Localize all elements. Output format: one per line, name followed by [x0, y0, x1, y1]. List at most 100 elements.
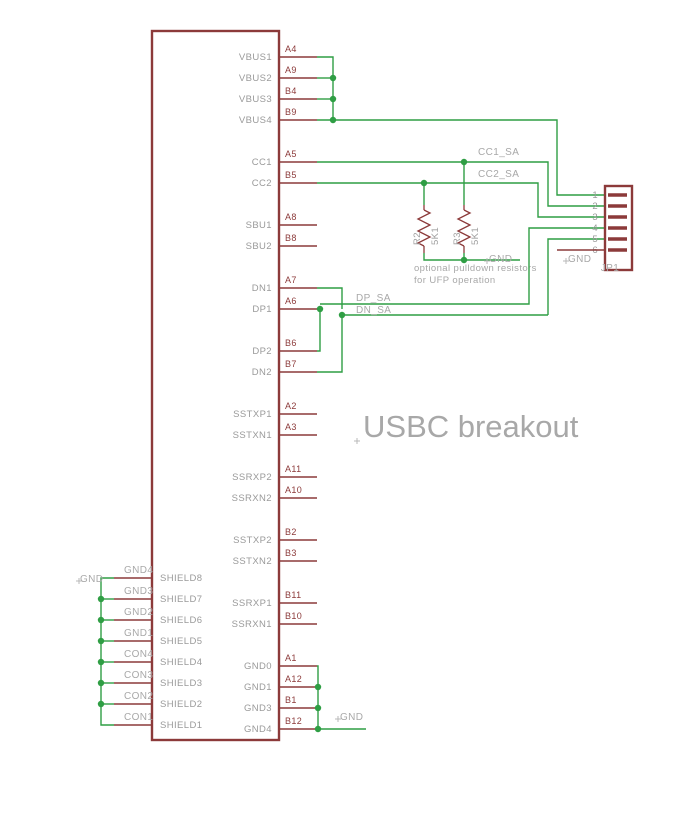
pin-name-ssrxn1: SSRXN1 [232, 619, 272, 630]
pin-name-ssrxp1: SSRXP1 [232, 598, 272, 609]
pin-number-a9: A9 [285, 65, 297, 75]
pin-number-b8: B8 [285, 233, 297, 243]
pin-name-shield1: SHIELD1 [160, 720, 202, 731]
net-label-con4: CON4 [124, 649, 153, 660]
pin-name-sstxp2: SSTXP2 [233, 535, 272, 546]
wire-junction [97, 595, 105, 603]
pin-number-a8: A8 [285, 212, 297, 222]
pin-number-b1: B1 [285, 695, 297, 705]
pin-number-b12: B12 [285, 716, 302, 726]
wire-junction [97, 679, 105, 687]
resistor-r3-value: 5K1 [470, 227, 481, 245]
pin-name-ssrxp2: SSRXP2 [232, 472, 272, 483]
wire-junction [329, 74, 337, 82]
wire-junction [97, 700, 105, 708]
pin-name-shield4: SHIELD4 [160, 657, 202, 668]
net-label-dp-sa: DP_SA [356, 293, 391, 304]
wire-junction [97, 616, 105, 624]
pin-name-sstxp1: SSTXP1 [233, 409, 272, 420]
pin-name-shield7: SHIELD7 [160, 594, 202, 605]
pin-name-shield2: SHIELD2 [160, 699, 202, 710]
pin-number-b5: B5 [285, 170, 297, 180]
net-label-gnd2: GND2 [124, 607, 153, 618]
pin-name-shield5: SHIELD5 [160, 636, 202, 647]
pin-number-b7: B7 [285, 359, 297, 369]
header-jp1[interactable]: 1 2 3 4 5 6 JP1 [592, 184, 634, 274]
net-label-cc1-sa: CC1_SA [478, 147, 519, 158]
pin-number-b10: B10 [285, 611, 302, 621]
page-title: USBC breakout [363, 409, 579, 444]
pin-name-vbus4: VBUS4 [239, 115, 272, 126]
wire-junction [460, 158, 468, 166]
wire-junction [97, 658, 105, 666]
wire-junction [420, 179, 428, 187]
pin-number-b2: B2 [285, 527, 297, 537]
pin-name-sbu1: SBU1 [246, 220, 272, 231]
net-label-con1: CON1 [124, 712, 153, 723]
pin-name-shield3: SHIELD3 [160, 678, 202, 689]
net-label-gnd3: GND3 [124, 586, 153, 597]
schematic-sheet: VBUS1 VBUS2 VBUS3 VBUS4 CC1 CC2 SBU1 SBU… [0, 0, 692, 820]
resistor-r3-ref: R3 [452, 232, 463, 245]
pin-number-a12: A12 [285, 674, 302, 684]
wire-junction [97, 637, 105, 645]
pin-name-ssrxn2: SSRXN2 [232, 493, 272, 504]
pin-name-gnd1: GND1 [244, 682, 272, 693]
resistor-r2-ref: R2 [412, 232, 423, 245]
pin-number-a3: A3 [285, 422, 297, 432]
pin-name-cc2: CC2 [252, 178, 272, 189]
pin-name-sstxn2: SSTXN2 [233, 556, 272, 567]
jp1-pin-number-1: 1 [592, 190, 598, 201]
note-line-2: for UFP operation [414, 275, 496, 286]
pin-number-a1: A1 [285, 653, 297, 663]
pin-name-vbus1: VBUS1 [239, 52, 272, 63]
pin-number-b6: B6 [285, 338, 297, 348]
jp1-pin-number-5: 5 [592, 234, 598, 245]
pin-name-gnd4: GND4 [244, 724, 272, 735]
wire-junction [329, 116, 337, 124]
net-label-gnd1: GND1 [124, 628, 153, 639]
schematic-canvas[interactable]: VBUS1 VBUS2 VBUS3 VBUS4 CC1 CC2 SBU1 SBU… [0, 0, 692, 820]
pin-number-b3: B3 [285, 548, 297, 558]
usbc-connector-body[interactable] [150, 29, 281, 742]
pin-name-sstxn1: SSTXN1 [233, 430, 272, 441]
net-label-con2: CON2 [124, 691, 153, 702]
wire-junction [329, 95, 337, 103]
pin-name-gnd3: GND3 [244, 703, 272, 714]
pin-number-a6: A6 [285, 296, 297, 306]
pin-number-a2: A2 [285, 401, 297, 411]
pin-name-sbu2: SBU2 [246, 241, 272, 252]
note-line-1: optional pulldown resistors [414, 263, 537, 274]
pin-name-dp2: DP2 [252, 346, 272, 357]
pin-number-a5: A5 [285, 149, 297, 159]
pin-name-dn2: DN2 [252, 367, 272, 378]
pin-name-shield6: SHIELD6 [160, 615, 202, 626]
gnd-label-shield: GND [80, 574, 103, 585]
pin-number-a10: A10 [285, 485, 302, 495]
net-label-cc2-sa: CC2_SA [478, 169, 519, 180]
jp1-pin-number-3: 3 [592, 212, 598, 223]
resistor-r3[interactable]: R3 5K1 [452, 205, 481, 253]
net-label-con3: CON3 [124, 670, 153, 681]
wire-junction [316, 305, 324, 313]
pin-name-dn1: DN1 [252, 283, 272, 294]
resistor-r2[interactable]: R2 5K1 [412, 205, 441, 253]
wire-junction [338, 311, 346, 319]
pin-number-a4: A4 [285, 44, 297, 54]
pin-name-cc1: CC1 [252, 157, 272, 168]
header-jp1-ref: JP1 [601, 263, 619, 274]
pin-name-shield8: SHIELD8 [160, 573, 202, 584]
pin-number-b11: B11 [285, 590, 302, 600]
resistor-r2-value: 5K1 [430, 227, 441, 245]
jp1-pin-number-2: 2 [592, 201, 598, 212]
pin-number-a7: A7 [285, 275, 297, 285]
gnd-label-bottom: GND [340, 712, 363, 723]
jp1-pin-number-4: 4 [592, 223, 598, 234]
pin-name-vbus3: VBUS3 [239, 94, 272, 105]
wire-junction [314, 704, 322, 712]
net-label-dn-sa: DN_SA [356, 305, 391, 316]
pin-name-dp1: DP1 [252, 304, 272, 315]
wire-junction [314, 725, 322, 733]
pin-name-gnd0: GND0 [244, 661, 272, 672]
pin-name-vbus2: VBUS2 [239, 73, 272, 84]
